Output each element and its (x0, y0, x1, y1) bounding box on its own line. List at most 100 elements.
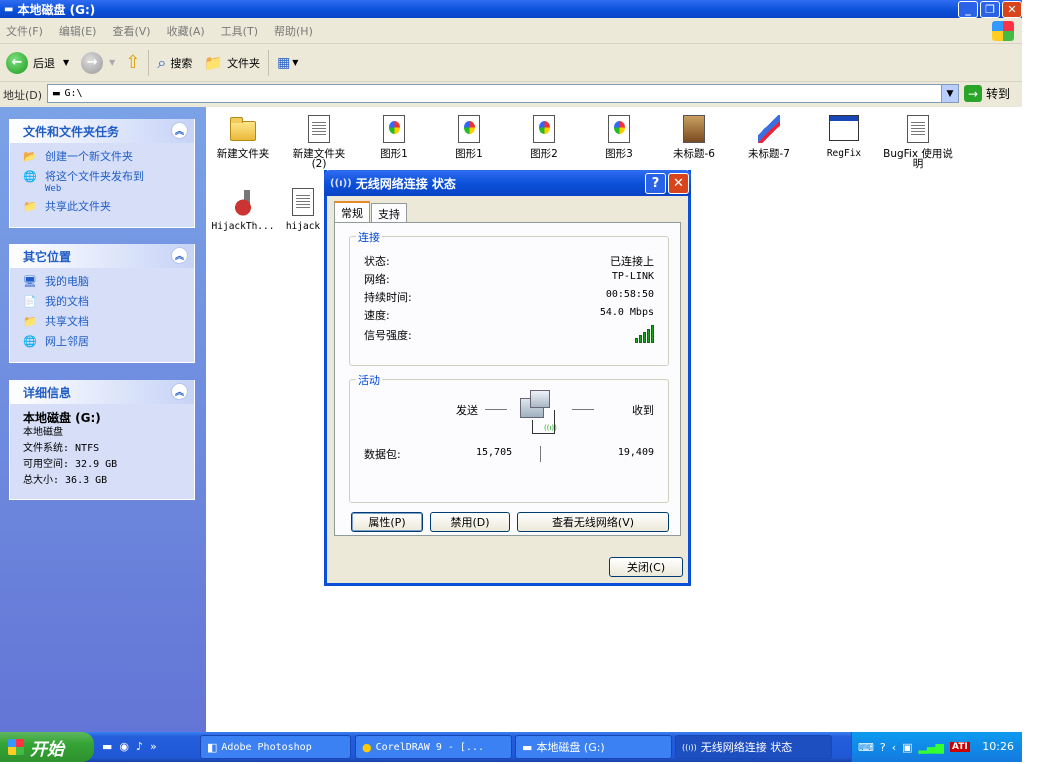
browser-icon[interactable]: ◉ (119, 740, 129, 753)
speed-row: 速度: 54.0 Mbps (364, 307, 654, 323)
file-name: 未标题-7 (748, 148, 790, 160)
file-item[interactable]: hijack (280, 186, 326, 232)
publish-web-link[interactable]: 🌐 将这个文件夹发布到 Web (23, 169, 194, 194)
ati-tray-icon[interactable]: ATI (949, 742, 970, 752)
network-computers-icon: ((ı)) (518, 390, 560, 434)
computer-icon: 🖥 (23, 275, 37, 288)
file-item[interactable]: 新建文件夹 (208, 113, 278, 159)
share-folder-link[interactable]: 📁 共享此文件夹 (23, 199, 194, 214)
menu-help[interactable]: 帮助(H) (274, 23, 313, 39)
file-name: 图形1 (455, 148, 483, 160)
dialog-close-button[interactable]: ✕ (668, 173, 689, 194)
go-arrow-icon: → (964, 85, 982, 102)
menu-favorites[interactable]: 收藏(A) (167, 23, 205, 39)
back-button[interactable]: ← 后退 ▼ (6, 51, 69, 74)
clock[interactable]: 10:26 (982, 740, 1014, 753)
signal-tray-icon[interactable]: ▂▄▆ (919, 741, 944, 754)
regfix-window-icon (829, 115, 859, 141)
view-wireless-networks-button[interactable]: 查看无线网络(V) (517, 512, 669, 532)
tab-support[interactable]: 支持 (371, 203, 407, 223)
minimize-button[interactable]: _ (958, 1, 978, 18)
other-places-header[interactable]: 其它位置 ︽ (10, 244, 194, 268)
details-type: 本地磁盘 (23, 427, 63, 438)
new-folder-link[interactable]: 📂 创建一个新文件夹 (23, 149, 194, 164)
menu-tools[interactable]: 工具(T) (221, 23, 258, 39)
file-name: 新建文件夹 (216, 148, 270, 160)
help-button[interactable]: ? (645, 173, 666, 194)
file-item[interactable]: BugFix 使用说明 (883, 113, 953, 169)
views-button[interactable]: ▦ ▼ (277, 55, 298, 71)
menu-view[interactable]: 查看(V) (112, 23, 150, 39)
file-item[interactable]: 图形1 (434, 113, 504, 159)
toolbar: ← 后退 ▼ → ▼ ⇧ ⌕ 搜索 📁 文件夹 ▦ ▼ (0, 44, 1022, 82)
coreldraw-app-icon: ● (362, 740, 372, 754)
speed-value: 54.0 Mbps (599, 307, 654, 318)
file-tasks-title: 文件和文件夹任务 (23, 124, 120, 139)
menu-file[interactable]: 文件(F) (6, 23, 43, 39)
duration-row: 持续时间: 00:58:50 (364, 289, 654, 305)
taskbar-item-local-disk[interactable]: ▬ 本地磁盘 (G:) (515, 735, 672, 759)
file-item[interactable]: 图形1 (359, 113, 429, 159)
details-header[interactable]: 详细信息 ︽ (10, 380, 194, 404)
network-tray-icon[interactable]: ▣ (902, 741, 912, 754)
network-key: 网络: (364, 273, 390, 286)
shared-documents-link[interactable]: 📁 共享文档 (23, 314, 194, 329)
shared-folder-icon: 📁 (23, 315, 37, 328)
file-name: 图形2 (530, 148, 558, 160)
dialog-title-bar[interactable]: ((ı)) 无线网络连接 状态 ? ✕ (324, 170, 691, 196)
photoshop-app-icon: ◧ (207, 740, 218, 754)
disable-button[interactable]: 禁用(D) (430, 512, 510, 532)
file-item[interactable]: 新建文件夹 (2) (284, 113, 354, 169)
file-item[interactable]: RegFix (809, 113, 879, 159)
taskbar-item-wireless-status[interactable]: ((ı)) 无线网络连接 状态 (675, 735, 832, 759)
properties-button[interactable]: 属性(P) (351, 512, 423, 532)
photoshop-file-icon (683, 115, 705, 143)
go-label: 转到 (986, 87, 1011, 101)
taskbar-item-photoshop[interactable]: ◧ Adobe Photoshop (200, 735, 351, 759)
file-item[interactable]: 未标题-7 (734, 113, 804, 159)
folders-button[interactable]: 📁 文件夹 (204, 54, 260, 72)
network-places-link[interactable]: 🌐 网上邻居 (23, 334, 194, 349)
my-computer-link[interactable]: 🖥 我的电脑 (23, 274, 194, 289)
maximize-button[interactable]: ❐ (980, 1, 1000, 18)
forward-dropdown-icon[interactable]: ▼ (109, 58, 115, 67)
go-button[interactable]: → 转到 (964, 85, 1010, 102)
received-line (572, 409, 594, 410)
tray-collapse-icon[interactable]: ‹ (892, 741, 896, 754)
collapse-chevron-icon[interactable]: ︽ (171, 122, 188, 139)
help-tray-icon[interactable]: ? (880, 741, 886, 754)
start-label: 开始 (30, 739, 64, 760)
task-pane: 文件和文件夹任务 ︽ 📂 创建一个新文件夹 🌐 将这个文件夹发布到 Web 📁 … (0, 107, 206, 732)
forward-button[interactable]: → ▼ (81, 51, 115, 74)
dialog-close-action-button[interactable]: 关闭(C) (609, 557, 683, 577)
file-name: RegFix (826, 148, 862, 159)
received-label: 收到 (632, 404, 654, 417)
network-value: TP-LINK (611, 271, 654, 282)
address-input[interactable]: ▬ G:\ ▼ (47, 84, 959, 103)
status-key: 状态: (364, 255, 390, 268)
file-item[interactable]: 未标题-6 (659, 113, 729, 159)
show-desktop-icon[interactable]: ▬ (102, 740, 112, 753)
file-item[interactable]: 图形2 (509, 113, 579, 159)
quick-launch-expand-icon[interactable]: » (150, 740, 157, 753)
search-button[interactable]: ⌕ 搜索 (157, 53, 192, 73)
menu-edit[interactable]: 编辑(E) (59, 23, 97, 39)
collapse-chevron-icon[interactable]: ︽ (171, 247, 188, 264)
start-button[interactable]: 开始 (0, 732, 94, 762)
up-button[interactable]: ⇧ (125, 52, 140, 73)
address-dropdown-icon[interactable]: ▼ (941, 85, 958, 102)
media-icon[interactable]: ♪ (136, 740, 143, 753)
close-button[interactable]: ✕ (1002, 1, 1022, 18)
collapse-chevron-icon[interactable]: ︽ (171, 383, 188, 400)
file-tasks-header[interactable]: 文件和文件夹任务 ︽ (10, 119, 194, 143)
window-title-bar[interactable]: ▬ 本地磁盘 (G:) _ ❐ ✕ (0, 0, 1022, 18)
file-item[interactable]: 图形3 (584, 113, 654, 159)
back-dropdown-icon[interactable]: ▼ (63, 58, 69, 67)
folder-up-icon: ⇧ (125, 52, 141, 73)
taskbar: 开始 ▬ ◉ ♪ » ◧ Adobe Photoshop ● CorelDRAW… (0, 732, 1022, 762)
my-documents-link[interactable]: 📄 我的文档 (23, 294, 194, 309)
tab-general[interactable]: 常规 (334, 201, 370, 223)
taskbar-item-coreldraw[interactable]: ● CorelDRAW 9 - [... (355, 735, 512, 759)
file-item[interactable]: HijackTh... (208, 186, 278, 232)
keyboard-icon[interactable]: ⌨ (858, 741, 874, 754)
